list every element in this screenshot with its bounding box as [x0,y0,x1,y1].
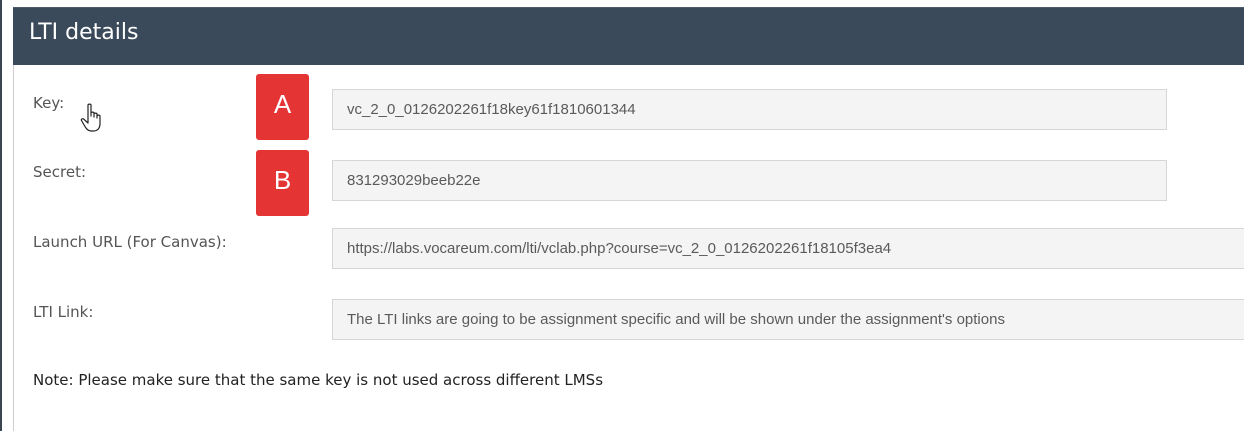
top-edge [0,0,1244,7]
key-field[interactable]: vc_2_0_0126202261f18key61f1810601344 [332,89,1167,130]
panel-header: LTI details [13,7,1244,65]
hand-pointer-icon [80,103,106,133]
lti-link-label: LTI Link: [33,303,94,321]
badge-a: A [256,74,309,140]
lti-details-page: LTI details Key: A vc_2_0_0126202261f18k… [0,0,1244,431]
window-left-edge [0,0,2,431]
secret-field[interactable]: 831293029beeb22e [332,160,1167,201]
badge-b: B [256,150,309,216]
key-label: Key: [33,94,65,112]
lti-link-field[interactable]: The LTI links are going to be assignment… [332,299,1244,340]
note-text: Note: Please make sure that the same key… [33,371,604,389]
launch-url-label: Launch URL (For Canvas): [33,233,227,251]
panel-title: LTI details [29,20,139,45]
launch-url-field[interactable]: https://labs.vocareum.com/lti/vclab.php?… [332,228,1244,269]
secret-label: Secret: [33,163,86,181]
